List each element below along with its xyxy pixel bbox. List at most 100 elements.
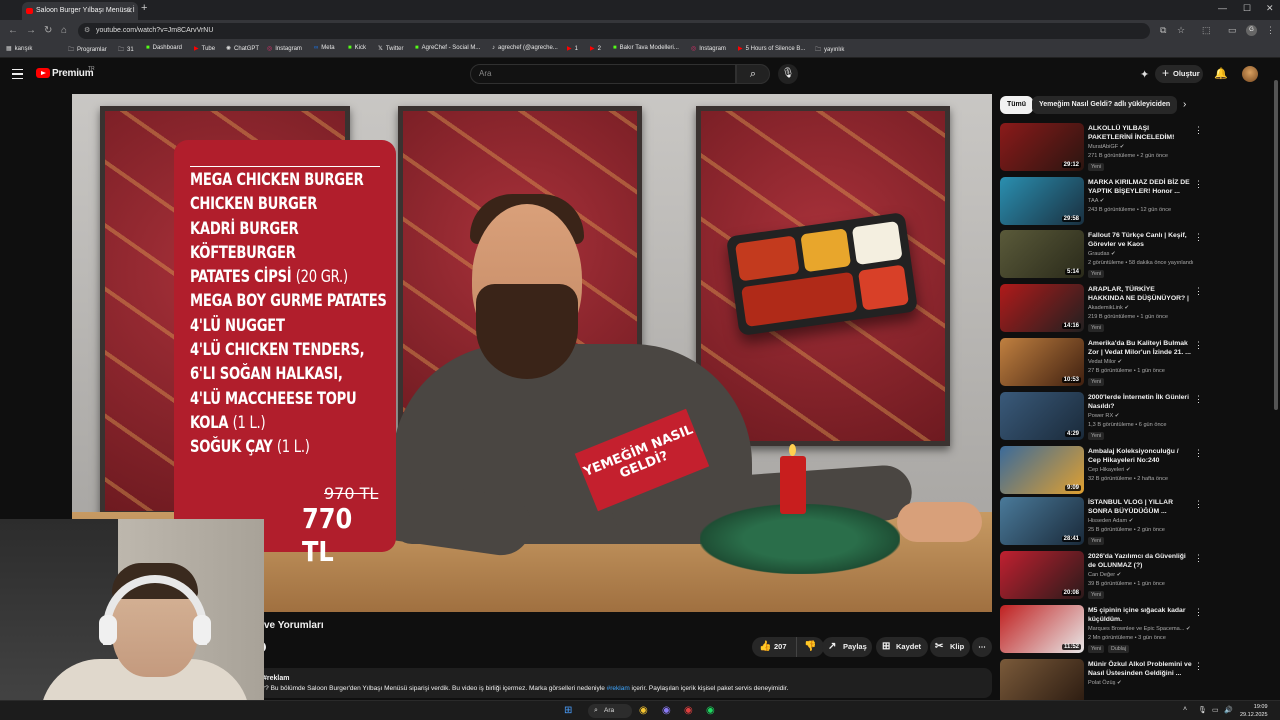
description-box[interactable]: #reklam r? Bu bölümde Saloon Burger'den … [258, 668, 992, 698]
browser-tab[interactable]: Saloon Burger Yılbaşı Menüsü İ ✕ [22, 2, 138, 20]
extensions-icon[interactable]: ⬚ [1202, 25, 1211, 36]
bookmark-item[interactable]: ■ Kick [348, 45, 366, 51]
channel-name[interactable]: Cep Hikayeleri ✔ [1088, 467, 1131, 473]
channel-name[interactable]: Polat Özüş ✔ [1088, 680, 1122, 686]
taskbar-search[interactable]: ⌕ Ara [588, 704, 632, 718]
bookmark-item[interactable]: ■ Bakır Tava Modelleri... [613, 45, 679, 51]
bookmark-item[interactable]: ■ Dashboard [146, 45, 182, 51]
video-title[interactable]: M5 çipinin içine sığacak kadar küçüldüm. [1088, 606, 1192, 624]
bookmark-item[interactable]: 🗀 Programlar [68, 45, 107, 55]
more-options-icon[interactable]: ⋮ [1194, 448, 1203, 459]
more-options-icon[interactable]: ⋮ [1194, 179, 1203, 190]
sidebar-icon[interactable]: ▭ [1228, 25, 1237, 36]
forward-icon[interactable]: → [26, 25, 36, 36]
video-thumbnail[interactable]: 14:16 [1000, 284, 1084, 332]
install-icon[interactable]: ⧉ [1160, 25, 1166, 36]
video-thumbnail[interactable]: 11:52 [1000, 605, 1084, 653]
description-hashtag[interactable]: #reklam [263, 675, 289, 682]
video-title[interactable]: MARKA KIRILMAZ DEDİ BİZ DE YAPTIK BİŞEYL… [1088, 178, 1192, 196]
recommendation-item[interactable]: 9:09 Ambalaj Koleksiyonculuğu / Cep Hikay… [1000, 446, 1270, 496]
video-title[interactable]: Ambalaj Koleksiyonculuğu / Cep Hikayeler… [1088, 447, 1192, 465]
obs-icon[interactable]: ◉ [684, 705, 693, 716]
more-options-icon[interactable]: ⋮ [1194, 499, 1203, 510]
video-thumbnail[interactable]: 28:41 [1000, 497, 1084, 545]
more-options-icon[interactable]: ⋮ [1194, 394, 1203, 405]
bookmark-item[interactable]: ◎ Instagram [691, 45, 726, 52]
back-icon[interactable]: ← [8, 25, 18, 36]
bookmark-item[interactable]: ▶ 5 Hours of Silence B... [738, 45, 805, 52]
chrome-icon[interactable]: ◉ [639, 705, 648, 716]
channel-name[interactable]: Graudas ✔ [1088, 251, 1116, 257]
site-info-icon[interactable]: ⚙ [84, 23, 90, 39]
mic-tray-icon[interactable]: 🎙 [1198, 706, 1207, 714]
bookmark-item[interactable]: 🗀 31 [118, 45, 134, 55]
recommendation-item[interactable]: 28:41 İSTANBUL VLOG | YILLAR SONRA BÜYÜDÜ… [1000, 497, 1270, 547]
create-button[interactable]: + Oluştur [1155, 65, 1203, 83]
video-title[interactable]: ARAPLAR, TÜRKİYE HAKKINDA NE DÜŞÜNÜYOR? … [1088, 285, 1192, 303]
video-title[interactable]: İSTANBUL VLOG | YILLAR SONRA BÜYÜDÜĞÜM .… [1088, 498, 1192, 516]
bookmark-item[interactable]: ▦ karışık [6, 45, 32, 52]
more-actions-icon[interactable]: ⋯ [972, 637, 992, 657]
video-thumbnail[interactable]: 29:58 [1000, 177, 1084, 225]
chevron-right-icon[interactable]: › [1183, 99, 1186, 110]
filter-chip[interactable]: Tümü [1000, 96, 1034, 114]
gemini-icon[interactable]: ✦ [1140, 68, 1149, 81]
bookmark-item[interactable]: 𝕏 Twitter [378, 45, 404, 52]
microphone-icon[interactable]: 🎙 [778, 64, 798, 84]
recommendation-item[interactable]: 29:12 ALKOLLÜ YILBAŞI PAKETLERİNİ İNCELED… [1000, 123, 1270, 173]
user-avatar[interactable] [1242, 66, 1258, 82]
video-title[interactable]: Amerika'da Bu Kaliteyi Bulmak Zor | Veda… [1088, 339, 1192, 357]
bookmark-item[interactable]: ▶ Tube [194, 45, 215, 52]
video-title[interactable]: ALKOLLÜ YILBAŞI PAKETLERİNİ İNCELEDİM! (… [1088, 124, 1192, 142]
bookmark-item[interactable]: ◎ Instagram [267, 45, 302, 52]
video-title[interactable]: 2026'da Yazılımcı da Güvenliği de OLUNMA… [1088, 552, 1192, 570]
system-clock[interactable]: 19:09 29.12.2025 [1240, 703, 1268, 719]
more-options-icon[interactable]: ⋮ [1194, 125, 1203, 136]
bookmark-item[interactable]: ▶ 2 [590, 45, 601, 52]
recommendation-item[interactable]: 4:29 2000'lerde İnternetin İlk Günleri Na… [1000, 392, 1270, 442]
bookmark-item[interactable]: ∞ Meta [314, 45, 335, 51]
share-button[interactable]: ↗ Paylaş [822, 637, 872, 657]
tray-chevron-icon[interactable]: ˄ [1183, 706, 1187, 713]
more-options-icon[interactable]: ⋮ [1194, 286, 1203, 297]
minimize-icon[interactable]: — [1218, 3, 1227, 13]
bookmark-item[interactable]: ♪ agrechef (@agreche... [492, 45, 558, 51]
menu-icon[interactable] [12, 69, 23, 79]
bookmark-item[interactable]: ✺ ChatGPT [226, 45, 259, 52]
reload-icon[interactable]: ↻ [44, 25, 52, 36]
more-options-icon[interactable]: ⋮ [1194, 340, 1203, 351]
video-thumbnail[interactable]: 29:12 [1000, 123, 1084, 171]
close-tab-icon[interactable]: ✕ [126, 2, 133, 20]
recommendation-item[interactable]: 5:14 Fallout 76 Türkçe Canlı | Keşif, Gör… [1000, 230, 1270, 280]
video-title[interactable]: Fallout 76 Türkçe Canlı | Keşif, Görevle… [1088, 231, 1192, 249]
home-icon[interactable]: ⌂ [61, 25, 67, 36]
channel-name[interactable]: Vedat Milor ✔ [1088, 359, 1122, 365]
channel-name[interactable]: MuratAbiGF ✔ [1088, 144, 1124, 150]
browser-menu-icon[interactable]: ⋮ [1266, 25, 1275, 36]
like-button[interactable]: 👍 207 [752, 637, 794, 657]
channel-name[interactable]: Hisseden Adam ✔ [1088, 518, 1133, 524]
discord-icon[interactable]: ◉ [662, 705, 671, 716]
video-thumbnail[interactable]: 20:08 [1000, 551, 1084, 599]
video-thumbnail[interactable]: 4:29 [1000, 392, 1084, 440]
profile-avatar[interactable]: G [1246, 25, 1257, 36]
more-options-icon[interactable]: ⋮ [1194, 553, 1203, 564]
windows-start-icon[interactable]: ⊞ [564, 705, 572, 716]
youtube-logo-icon[interactable] [36, 68, 50, 78]
video-thumbnail[interactable]: 10:53 [1000, 338, 1084, 386]
recommendation-item[interactable]: 20:08 2026'da Yazılımcı da Güvenliği de O… [1000, 551, 1270, 601]
save-button[interactable]: ⊞ Kaydet [876, 637, 928, 657]
bookmark-star-icon[interactable]: ☆ [1177, 25, 1185, 36]
filter-chip[interactable]: Yemeğim Nasıl Geldi? adlı yükleyiciden [1032, 96, 1178, 114]
channel-name[interactable]: TAA ✔ [1088, 198, 1104, 204]
more-options-icon[interactable]: ⋮ [1194, 232, 1203, 243]
search-input[interactable]: Ara [470, 64, 736, 84]
video-thumbnail[interactable]: 5:14 [1000, 230, 1084, 278]
more-options-icon[interactable]: ⋮ [1194, 607, 1203, 618]
network-icon[interactable]: ▭ [1212, 706, 1219, 714]
volume-icon[interactable]: 🔊 [1224, 706, 1233, 714]
channel-name[interactable]: Can Değer ✔ [1088, 572, 1121, 578]
recommendation-item[interactable]: 29:58 MARKA KIRILMAZ DEDİ BİZ DE YAPTIK B… [1000, 177, 1270, 227]
video-title[interactable]: 2000'lerde İnternetin İlk Günleri Nasıld… [1088, 393, 1192, 411]
video-title[interactable]: Münir Özkul Alkol Problemini ve Nasıl Üs… [1088, 660, 1192, 678]
